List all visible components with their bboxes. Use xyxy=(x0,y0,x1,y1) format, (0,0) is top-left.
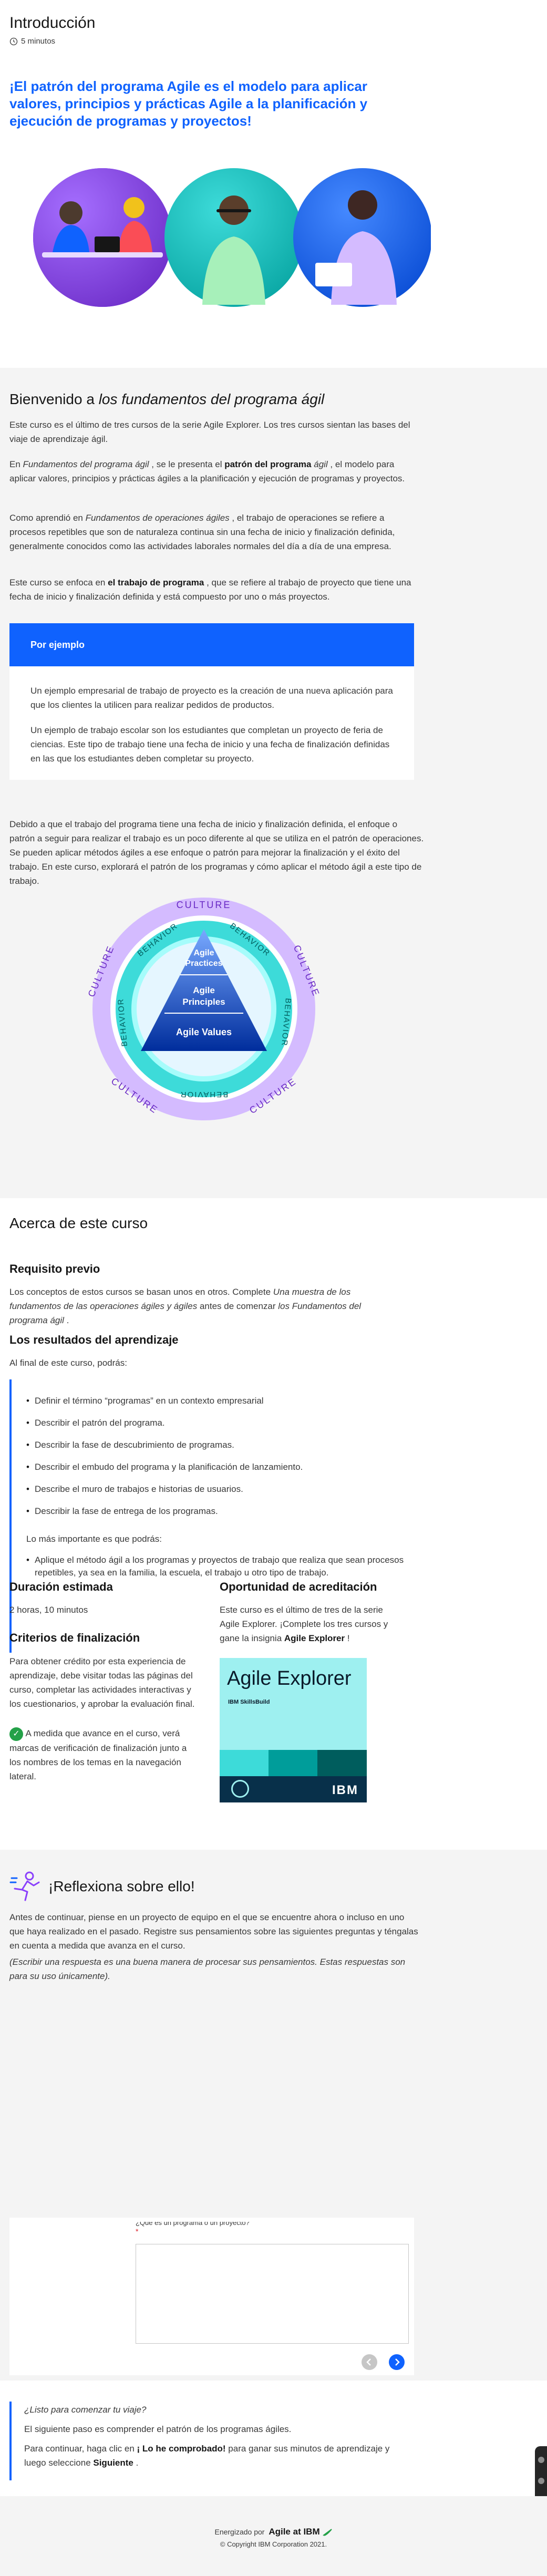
brand-link[interactable]: Agile at IBM xyxy=(269,2527,319,2537)
welcome-title: Bienvenido a los fundamentos del program… xyxy=(9,391,325,407)
reflect-title: ¡Reflexiona sobre ello! xyxy=(48,1878,195,1894)
reflect-p1: Antes de continuar, piense en un proyect… xyxy=(9,1912,418,1951)
progress-note: ✓ A medida que avance en el curso, verá … xyxy=(9,1726,199,1784)
tier1-line1: Agile xyxy=(193,949,214,957)
copyright: © Copyright IBM Corporation 2021. xyxy=(220,2540,327,2548)
clock-icon xyxy=(9,37,18,45)
powered-label: Energizado por xyxy=(214,2528,265,2536)
example-p2: Un ejemplo de trabajo escolar son los es… xyxy=(30,725,390,764)
duration-row: 5 minutos xyxy=(9,37,55,46)
footer-brand-row: Energizado por Agile at IBM xyxy=(0,2527,547,2537)
reflection-textarea[interactable] xyxy=(136,2244,409,2344)
completion-title: Criterios de finalización xyxy=(9,1631,140,1644)
ready-section: ¿Listo para comenzar tu viaje? El siguie… xyxy=(0,2381,547,2546)
example-box-title: Por ejemplo xyxy=(30,639,85,650)
reflection-question: ¿Qué es un programa o un proyecto? xyxy=(136,2222,250,2227)
toolbar-dot-1[interactable] xyxy=(538,2457,544,2463)
outcome-item: Describir la fase de entrega de los prog… xyxy=(26,1500,425,1522)
reflect-section: ¡Reflexiona sobre ello! Antes de continu… xyxy=(0,1850,547,2381)
badge-icon xyxy=(231,1780,249,1798)
prev-button[interactable] xyxy=(362,2354,377,2370)
welcome-p1: Este curso es el último de tres cursos d… xyxy=(9,420,410,444)
chevron-left-icon xyxy=(366,2358,371,2366)
badge-card[interactable]: Agile Explorer IBM SkillsBuild IBM xyxy=(220,1658,367,1802)
prereq-text: Los conceptos de estos cursos se basan u… xyxy=(9,1287,362,1325)
outcomes-list: Definir el término “programas” en un con… xyxy=(26,1379,425,1522)
welcome-p4: Este curso se enfoca en el trabajo de pr… xyxy=(9,578,411,602)
badge-title: Agile Explorer xyxy=(227,1667,352,1689)
welcome-p3: Como aprendió en Fundamentos de operacio… xyxy=(9,513,395,551)
outcome-item: Describir la fase de descubrimiento de p… xyxy=(26,1434,425,1456)
outcome-item: Describe el muro de trabajos e historias… xyxy=(26,1478,425,1500)
after-box-p1: Debido a que el trabajo del programa tie… xyxy=(9,819,424,886)
example-box-header: Por ejemplo xyxy=(9,623,414,666)
welcome-section: Bienvenido a los fundamentos del program… xyxy=(0,368,547,1198)
ready-question: ¿Listo para comenzar tu viaje? xyxy=(24,2405,147,2415)
duration-title: Duración estimada xyxy=(9,1580,113,1593)
reflect-p2: (Escribir una respuesta es una buena man… xyxy=(9,1957,406,1981)
running-person-icon xyxy=(9,1871,40,1901)
about-section: Acerca de este curso Requisito previo Lo… xyxy=(0,1198,547,1850)
outcomes-title: Los resultados del aprendizaje xyxy=(9,1333,179,1346)
tier1-line2: Practices xyxy=(185,959,222,968)
outcome-item: Describir el embudo del programa y la pl… xyxy=(26,1456,425,1478)
ready-p1: El siguiente paso es comprender el patró… xyxy=(24,2424,292,2434)
outcome-item: Describir el patrón del programa. xyxy=(26,1412,425,1434)
reflection-card: ¿Qué es un programa o un proyecto? * xyxy=(9,2218,414,2375)
toolbar-dot-2[interactable] xyxy=(538,2478,544,2484)
completion-text: Para obtener crédito por esta experienci… xyxy=(9,1656,195,1709)
duration-value: 2 horas, 10 minutos xyxy=(9,1605,88,1615)
badge-logo: IBM xyxy=(332,1783,358,1797)
tier3-label: Agile Values xyxy=(176,1027,232,1037)
outcome-item: Definir el término “programas” en un con… xyxy=(26,1390,425,1412)
accred-text: Este curso es el último de tres de la se… xyxy=(220,1605,388,1643)
ready-p2: Para continuar, haga clic en ¡ Lo he com… xyxy=(24,2444,390,2468)
example-p1: Un ejemplo empresarial de trabajo de pro… xyxy=(30,686,393,710)
page-header: Introducción 5 minutos ¡El patrón del pr… xyxy=(0,0,547,368)
ready-callout: ¿Listo para comenzar tu viaje? El siguie… xyxy=(9,2402,425,2480)
tier2-line1: Agile xyxy=(193,985,215,995)
page-title: Introducción xyxy=(9,14,96,32)
leaf-icon xyxy=(322,2529,332,2537)
accred-title: Oportunidad de acreditación xyxy=(220,1580,377,1593)
prereq-title: Requisito previo xyxy=(9,1262,100,1275)
outcomes-intro: Al final de este curso, podrás: xyxy=(9,1358,127,1368)
culture-label-top: CULTURE xyxy=(177,900,232,910)
chevron-right-icon xyxy=(395,2358,400,2366)
welcome-p2: En Fundamentos del programa ágil , se le… xyxy=(9,459,405,483)
behavior-label-b: BEHAVIOR xyxy=(180,1090,228,1099)
footer: Energizado por Agile at IBM © Copyright … xyxy=(0,2496,547,2576)
example-box: Por ejemplo Un ejemplo empresarial de tr… xyxy=(9,623,414,780)
check-icon: ✓ xyxy=(9,1727,23,1741)
agile-diagram: Agile Practices Agile Principles Agile V… xyxy=(88,898,319,1120)
important-intro: Lo más importante es que podrás: xyxy=(26,1534,162,1544)
tagline: ¡El patrón del programa Agile es el mode… xyxy=(9,78,368,129)
badge-brand: IBM SkillsBuild xyxy=(228,1699,270,1705)
about-title: Acerca de este curso xyxy=(9,1215,148,1231)
hero-illustration xyxy=(33,168,431,307)
tier2-line2: Principles xyxy=(182,997,225,1007)
next-button[interactable] xyxy=(389,2354,405,2370)
duration-label: 5 minutos xyxy=(21,37,56,46)
required-marker: * xyxy=(136,2227,139,2235)
reflect-header: ¡Reflexiona sobre ello! xyxy=(9,1871,195,1902)
